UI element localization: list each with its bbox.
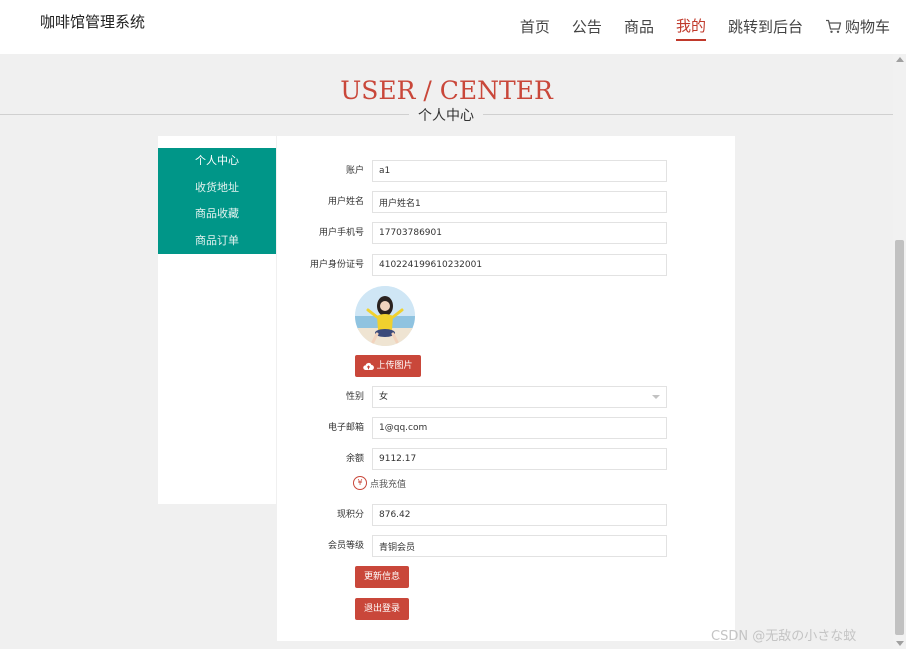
chevron-down-icon — [652, 395, 660, 399]
nav-backend[interactable]: 跳转到后台 — [728, 16, 803, 40]
account-input[interactable] — [372, 160, 667, 182]
cloud-upload-icon — [363, 362, 375, 370]
update-info-button[interactable]: 更新信息 — [355, 566, 409, 588]
avatar-photo — [355, 286, 415, 346]
upload-image-label: 上传图片 — [376, 361, 413, 371]
upload-image-button[interactable]: 上传图片 — [355, 355, 421, 377]
gender-selected-value: 女 — [379, 392, 389, 402]
nav-announcements[interactable]: 公告 — [572, 16, 602, 40]
phone-input[interactable] — [372, 222, 667, 244]
sidebar-item-address[interactable]: 收货地址 — [158, 175, 276, 202]
main-nav: 首页 公告 商品 我的 跳转到后台 购物车 — [498, 15, 890, 41]
sidebar-item-favorites[interactable]: 商品收藏 — [158, 201, 276, 228]
scroll-up-arrow-icon[interactable] — [896, 57, 904, 62]
recharge-link[interactable]: ¥ 点我充值 — [353, 476, 406, 490]
yen-circle-icon: ¥ — [353, 476, 367, 490]
nav-cart[interactable]: 购物车 — [825, 16, 890, 40]
points-label: 现积分 — [336, 510, 364, 520]
nav-home[interactable]: 首页 — [520, 16, 550, 40]
phone-label: 用户手机号 — [318, 228, 364, 238]
gender-select[interactable]: 女 — [372, 386, 667, 408]
brand-title: 咖啡馆管理系统 — [40, 13, 146, 31]
avatar — [355, 286, 415, 346]
sidebar-panel: 个人中心 收货地址 商品收藏 商品订单 — [158, 136, 276, 504]
level-input[interactable] — [372, 535, 667, 557]
nav-cart-label: 购物车 — [844, 18, 890, 36]
account-label: 账户 — [345, 166, 364, 176]
points-input[interactable] — [372, 504, 667, 526]
id-number-label: 用户身份证号 — [309, 260, 364, 270]
name-input[interactable] — [372, 191, 667, 213]
scroll-thumb[interactable] — [895, 240, 904, 635]
gender-label: 性别 — [345, 392, 364, 402]
sidebar-item-orders[interactable]: 商品订单 — [158, 228, 276, 255]
page-scrollbar[interactable] — [893, 54, 906, 649]
nav-mine[interactable]: 我的 — [675, 15, 706, 41]
balance-label: 余额 — [345, 454, 364, 464]
email-label: 电子邮箱 — [327, 423, 364, 433]
balance-input[interactable] — [372, 448, 667, 470]
profile-form: 账户 用户姓名 用户手机号 用户身份证号 上传图片 — [277, 136, 735, 641]
page-title: USER / CENTER — [340, 76, 553, 105]
email-input[interactable] — [372, 417, 667, 439]
scroll-down-arrow-icon[interactable] — [896, 641, 904, 646]
level-label: 会员等级 — [327, 541, 364, 551]
cart-icon — [825, 19, 842, 33]
name-label: 用户姓名 — [327, 197, 364, 207]
top-navbar: 咖啡馆管理系统 首页 公告 商品 我的 跳转到后台 购物车 — [0, 0, 906, 54]
logout-button[interactable]: 退出登录 — [355, 598, 409, 620]
watermark-text: CSDN @无敌の小さな蚊 — [711, 629, 857, 644]
sidebar-item-profile[interactable]: 个人中心 — [158, 148, 276, 175]
sidebar-menu: 个人中心 收货地址 商品收藏 商品订单 — [158, 148, 276, 254]
id-number-input[interactable] — [372, 254, 667, 276]
page-subtitle: 个人中心 — [409, 105, 483, 125]
nav-products[interactable]: 商品 — [624, 16, 654, 40]
recharge-label: 点我充值 — [370, 479, 407, 490]
